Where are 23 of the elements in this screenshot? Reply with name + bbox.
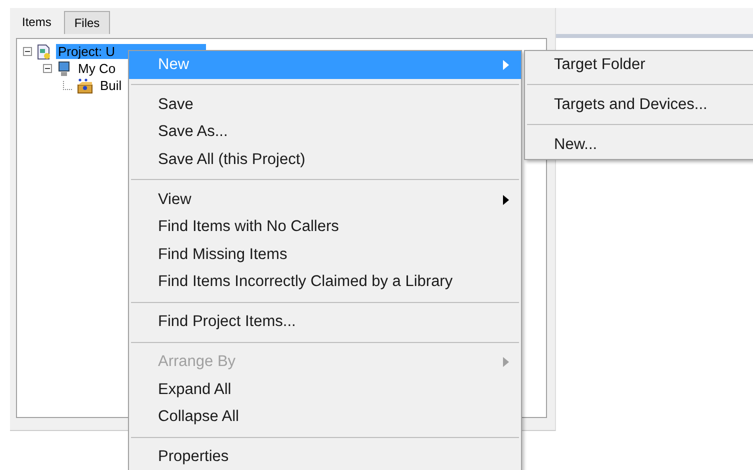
expander-icon[interactable] xyxy=(23,47,32,56)
menu-item[interactable]: Find Items with No Callers xyxy=(129,214,521,241)
expander-icon[interactable] xyxy=(43,64,52,73)
tab[interactable]: Items xyxy=(12,10,62,34)
menu-item[interactable]: View xyxy=(129,186,521,214)
menu-item[interactable]: Find Missing Items xyxy=(129,241,521,268)
tree-item[interactable]: Buil xyxy=(98,78,124,93)
menu-item[interactable]: Targets and Devices... xyxy=(525,91,753,118)
computer-icon xyxy=(56,60,72,76)
tab[interactable]: Files xyxy=(64,11,110,34)
menu-item[interactable]: Properties xyxy=(129,444,521,470)
menu-item[interactable]: Save xyxy=(129,91,521,118)
menu-item[interactable]: Find Project Items... xyxy=(129,308,521,336)
menu-item[interactable]: Collapse All xyxy=(129,404,521,431)
box-icon xyxy=(76,78,94,94)
menu-item[interactable]: Save As... xyxy=(129,118,521,146)
menu-item[interactable]: New... xyxy=(525,131,753,158)
project-icon xyxy=(36,44,52,60)
menu-item[interactable]: Target Folder xyxy=(525,51,753,78)
menu-item[interactable]: Save All (this Project) xyxy=(129,146,521,174)
menu-item[interactable]: Expand All xyxy=(129,376,521,404)
tree-item[interactable]: My Co xyxy=(76,61,118,76)
menu-item[interactable]: Find Items Incorrectly Claimed by a Library xyxy=(129,268,521,296)
